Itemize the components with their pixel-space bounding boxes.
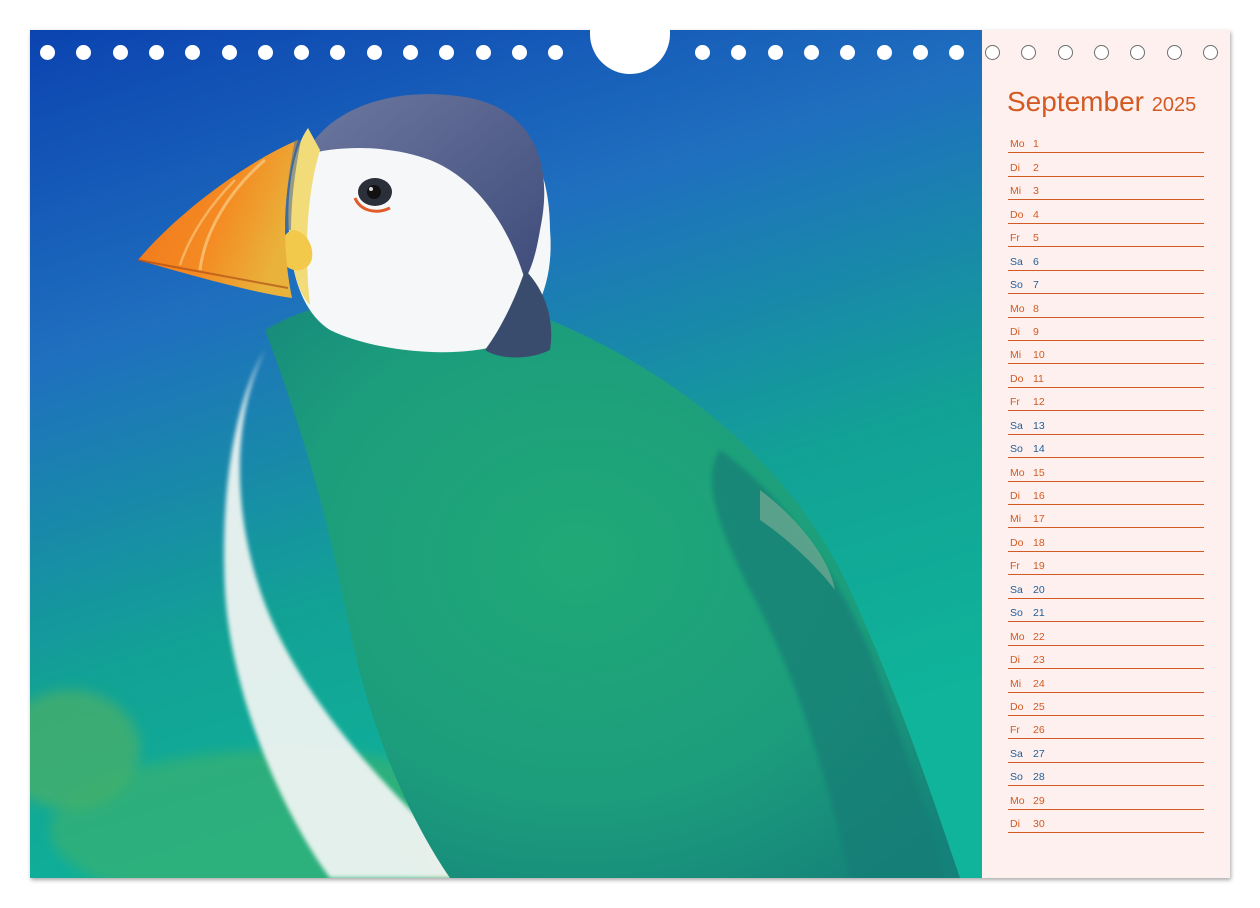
calendar-sidebar: September 2025 Mo 1 Di 2 Mi 3 Do 4 Fr 5 Sa 6 So 7 Mo 8 D… [982, 30, 1230, 878]
day-row: Di 30 [1008, 810, 1204, 834]
day-number: 21 [1033, 607, 1045, 620]
day-row: Mi 3 [1008, 177, 1204, 201]
day-row: Sa 20 [1008, 575, 1204, 599]
day-number: 25 [1033, 700, 1045, 713]
weekday-label: Mo [1010, 302, 1025, 315]
weekday-label: Sa [1010, 583, 1023, 596]
day-row: Sa 6 [1008, 247, 1204, 271]
day-number: 28 [1033, 771, 1045, 784]
day-number: 12 [1033, 396, 1045, 409]
day-row: Fr 19 [1008, 552, 1204, 576]
day-number: 26 [1033, 724, 1045, 737]
month-name: September [1007, 86, 1144, 117]
day-number: 15 [1033, 466, 1045, 479]
day-row: Fr 12 [1008, 388, 1204, 412]
day-row: Do 11 [1008, 364, 1204, 388]
day-number: 3 [1033, 185, 1039, 198]
day-row: Mi 24 [1008, 669, 1204, 693]
weekday-label: Di [1010, 490, 1020, 502]
day-number: 24 [1033, 677, 1045, 690]
weekday-label: Di [1010, 161, 1020, 174]
day-row: Di 23 [1008, 646, 1204, 670]
weekday-label: Fr [1010, 232, 1020, 245]
day-row: Mo 8 [1008, 294, 1204, 318]
weekday-label: Di [1010, 325, 1020, 338]
weekday-label: Sa [1010, 255, 1023, 268]
weekday-label: Mi [1010, 677, 1022, 690]
day-number: 5 [1033, 232, 1039, 245]
weekday-label: So [1010, 279, 1023, 292]
day-number: 10 [1033, 349, 1045, 362]
weekday-label: Di [1010, 654, 1020, 667]
day-number: 6 [1033, 255, 1039, 268]
weekday-label: Sa [1010, 419, 1023, 432]
day-row: Do 25 [1008, 693, 1204, 716]
day-number: 9 [1033, 325, 1039, 338]
day-row: Mi 10 [1008, 341, 1204, 365]
day-row: Mi 17 [1008, 505, 1204, 529]
day-row: Do 4 [1008, 200, 1204, 224]
day-number: 22 [1033, 630, 1045, 643]
day-row: Di 16 [1008, 482, 1204, 505]
month-title: September 2025 [1007, 85, 1196, 122]
day-number: 19 [1033, 560, 1045, 573]
weekday-label: Fr [1010, 560, 1020, 573]
day-number: 2 [1033, 161, 1039, 174]
weekday-label: Mi [1010, 513, 1022, 526]
weekday-label: Mi [1010, 349, 1022, 362]
day-number: 13 [1033, 419, 1045, 432]
day-list: Mo 1 Di 2 Mi 3 Do 4 Fr 5 Sa 6 So 7 Mo 8 Di 9 Mi 10 Do 11 Fr 12 S… [1008, 130, 1204, 834]
weekday-label: Mo [1010, 466, 1025, 479]
day-row: Fr 5 [1008, 224, 1204, 248]
day-number: 4 [1033, 208, 1039, 221]
weekday-label: Do [1010, 536, 1024, 549]
day-number: 17 [1033, 513, 1045, 526]
weekday-label: So [1010, 607, 1023, 620]
day-row: So 7 [1008, 271, 1204, 295]
weekday-label: Do [1010, 372, 1024, 385]
day-row: Do 18 [1008, 528, 1204, 552]
puffin-illustration [30, 30, 982, 878]
day-row: Mo 22 [1008, 622, 1204, 646]
weekday-label: Mo [1010, 630, 1025, 643]
day-number: 8 [1033, 302, 1039, 315]
weekday-label: Mo [1010, 794, 1025, 807]
weekday-label: Di [1010, 818, 1020, 831]
day-row: Di 2 [1008, 153, 1204, 177]
day-number: 1 [1033, 138, 1039, 151]
day-row: So 21 [1008, 599, 1204, 623]
weekday-label: Fr [1010, 724, 1020, 737]
puffin-photo [30, 30, 982, 878]
weekday-label: Do [1010, 700, 1024, 713]
day-number: 16 [1033, 490, 1045, 502]
weekday-label: Fr [1010, 396, 1020, 409]
calendar-page: September 2025 Mo 1 Di 2 Mi 3 Do 4 Fr 5 Sa 6 So 7 Mo 8 D… [30, 0, 1230, 878]
weekday-label: Mi [1010, 185, 1022, 198]
day-number: 23 [1033, 654, 1045, 667]
weekday-label: So [1010, 443, 1023, 456]
weekday-label: Sa [1010, 747, 1023, 760]
day-row: Mo 1 [1008, 130, 1204, 154]
day-row: Di 9 [1008, 318, 1204, 341]
day-number: 11 [1033, 372, 1044, 385]
day-row: So 14 [1008, 435, 1204, 459]
day-row: Mo 15 [1008, 458, 1204, 482]
year-label: 2025 [1151, 94, 1197, 116]
day-row: Mo 29 [1008, 786, 1204, 810]
day-number: 14 [1033, 443, 1045, 456]
day-number: 18 [1033, 536, 1045, 549]
weekday-label: Do [1010, 208, 1024, 221]
weekday-label: Mo [1010, 138, 1025, 151]
day-row: Sa 13 [1008, 411, 1204, 435]
weekday-label: So [1010, 771, 1023, 784]
day-row: So 28 [1008, 763, 1204, 787]
day-number: 29 [1033, 794, 1045, 807]
day-row: Fr 26 [1008, 716, 1204, 740]
day-number: 20 [1033, 583, 1045, 596]
day-number: 27 [1033, 747, 1045, 760]
day-row: Sa 27 [1008, 739, 1204, 763]
day-number: 7 [1033, 279, 1039, 292]
day-number: 30 [1033, 818, 1045, 831]
